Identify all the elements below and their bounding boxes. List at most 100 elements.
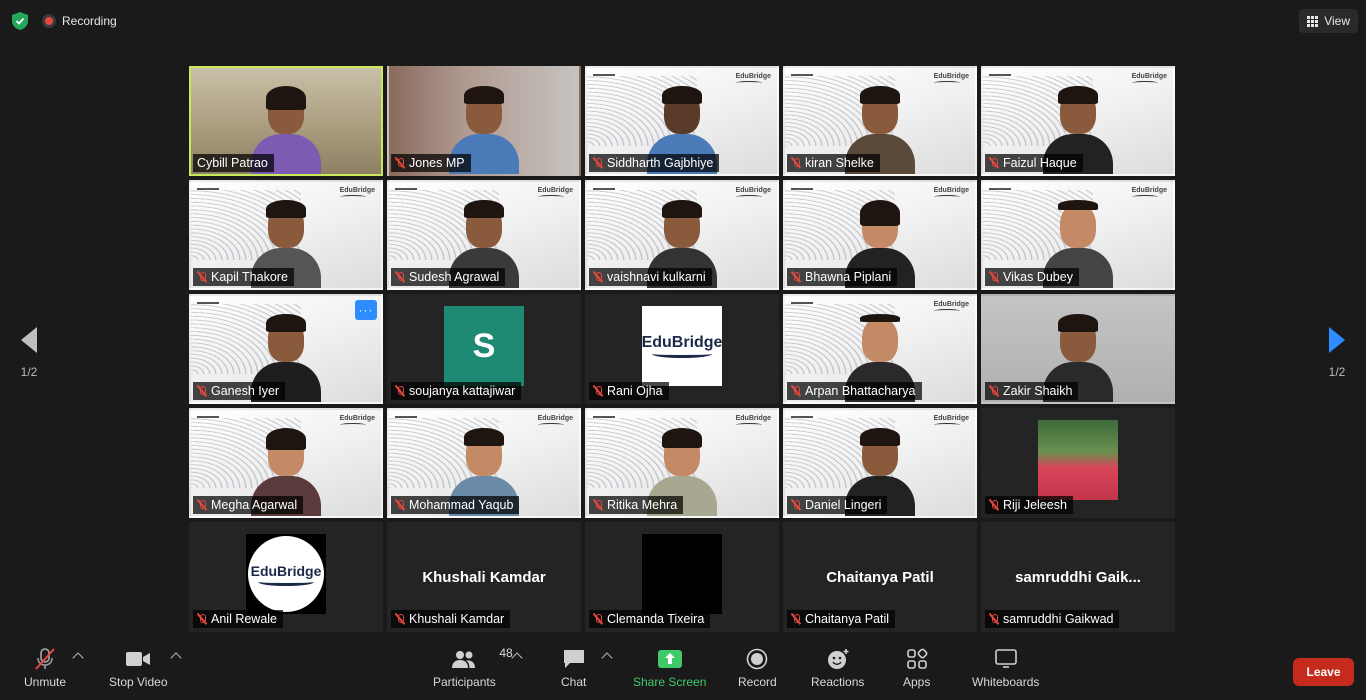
- participant-name: Rani Ojha: [607, 384, 663, 398]
- participant-name: Chaitanya Patil: [805, 612, 890, 626]
- muted-mic-icon: [593, 271, 603, 283]
- participant-name: Anil Rewale: [211, 612, 278, 626]
- edubridge-logo: EduBridge: [538, 415, 573, 427]
- participant-tile[interactable]: EduBridge Arpan Bhattacharya: [783, 294, 977, 404]
- participant-tile[interactable]: EduBridge Mohammad Yaqub: [387, 408, 581, 518]
- unmute-button[interactable]: Unmute: [24, 648, 66, 689]
- edubridge-logo: EduBridge: [934, 415, 969, 427]
- hash-mark: [791, 188, 813, 190]
- view-button[interactable]: View: [1299, 9, 1358, 33]
- top-bar: Recording View: [0, 0, 1366, 42]
- participant-tile[interactable]: EduBridge Ritika Mehra: [585, 408, 779, 518]
- hash-mark: [989, 188, 1011, 190]
- participant-nameplate: Arpan Bhattacharya: [787, 382, 922, 400]
- reactions-button[interactable]: Reactions: [811, 648, 864, 689]
- participant-tile[interactable]: EduBridge Daniel Lingeri: [783, 408, 977, 518]
- participant-avatar: [1038, 420, 1118, 500]
- muted-mic-icon: [197, 613, 207, 625]
- participant-nameplate: Cybill Patrao: [193, 154, 274, 172]
- stop-video-label: Stop Video: [109, 675, 168, 689]
- stop-video-button[interactable]: Stop Video: [109, 648, 168, 689]
- participant-tile[interactable]: Zakir Shaikh: [981, 294, 1175, 404]
- participant-tile[interactable]: Riji Jeleesh: [981, 408, 1175, 518]
- participant-name: Cybill Patrao: [197, 156, 268, 170]
- participant-tile[interactable]: EduBridge kiran Shelke: [783, 66, 977, 176]
- participant-tile[interactable]: Cybill Patrao: [189, 66, 383, 176]
- participant-tile[interactable]: EduBridge vaishnavi kulkarni: [585, 180, 779, 290]
- logo-swoosh-icon: [258, 578, 314, 586]
- participant-nameplate: Vikas Dubey: [985, 268, 1079, 286]
- muted-mic-icon: [395, 613, 405, 625]
- recording-indicator[interactable]: Recording: [42, 11, 117, 31]
- participant-tile[interactable]: Chaitanya Patil Chaitanya Patil: [783, 522, 977, 632]
- participant-tile[interactable]: EduBridge Sudesh Agrawal: [387, 180, 581, 290]
- chat-button[interactable]: Chat: [561, 648, 586, 689]
- share-screen-button[interactable]: Share Screen: [633, 648, 706, 689]
- participant-name: Sudesh Agrawal: [409, 270, 500, 284]
- audio-options-caret-icon[interactable]: [72, 652, 84, 664]
- recording-label: Recording: [62, 14, 117, 28]
- hash-mark: [593, 74, 615, 76]
- participant-name: Ganesh Iyer: [211, 384, 280, 398]
- edubridge-logo: EduBridge: [340, 415, 375, 427]
- video-grid: Cybill Patrao Jones MP EduBridge Siddhar…: [189, 66, 1177, 632]
- participant-name: Riji Jeleesh: [1003, 498, 1067, 512]
- participant-nameplate: Anil Rewale: [193, 610, 284, 628]
- chat-bubble-icon: [562, 648, 586, 670]
- participant-tile[interactable]: EduBridge Rani Ojha: [585, 294, 779, 404]
- participant-tile[interactable]: Clemanda Tixeira: [585, 522, 779, 632]
- participant-nameplate: Sudesh Agrawal: [391, 268, 506, 286]
- previous-page-button[interactable]: 1/2: [0, 305, 58, 400]
- participant-tile[interactable]: ··· Ganesh Iyer: [189, 294, 383, 404]
- participant-nameplate: Ritika Mehra: [589, 496, 684, 514]
- participant-tile[interactable]: EduBridge Vikas Dubey: [981, 180, 1175, 290]
- participant-tile[interactable]: Jones MP: [387, 66, 581, 176]
- participant-tile[interactable]: EduBridge Megha Agarwal: [189, 408, 383, 518]
- participant-tile[interactable]: EduBridge Faizul Haque: [981, 66, 1175, 176]
- muted-mic-icon: [791, 157, 801, 169]
- edubridge-logo: EduBridge: [934, 187, 969, 199]
- unmute-label: Unmute: [24, 675, 67, 689]
- share-screen-label: Share Screen: [633, 675, 707, 689]
- participant-tile[interactable]: EduBridge Anil Rewale: [189, 522, 383, 632]
- participant-nameplate: Daniel Lingeri: [787, 496, 888, 514]
- grid-icon: [1307, 15, 1319, 27]
- participant-nameplate: Jones MP: [391, 154, 471, 172]
- participant-name: Daniel Lingeri: [805, 498, 882, 512]
- participant-display-name: Chaitanya Patil: [826, 569, 934, 586]
- more-options-button[interactable]: ···: [355, 300, 377, 320]
- participant-name: Faizul Haque: [1003, 156, 1077, 170]
- video-options-caret-icon[interactable]: [170, 652, 182, 664]
- apps-button[interactable]: Apps: [903, 648, 930, 689]
- participant-nameplate: Kapil Thakore: [193, 268, 294, 286]
- participant-tile[interactable]: samruddhi Gaik... samruddhi Gaikwad: [981, 522, 1175, 632]
- participant-nameplate: vaishnavi kulkarni: [589, 268, 712, 286]
- participant-tile[interactable]: Khushali Kamdar Khushali Kamdar: [387, 522, 581, 632]
- participant-tile[interactable]: EduBridge Kapil Thakore: [189, 180, 383, 290]
- participants-button[interactable]: 48 Participants: [433, 646, 513, 689]
- participants-options-caret-icon[interactable]: [511, 652, 523, 664]
- whiteboards-button[interactable]: Whiteboards: [972, 648, 1039, 689]
- avatar-logo-text: EduBridge: [250, 562, 322, 579]
- security-shield-icon[interactable]: [12, 12, 28, 30]
- participant-name: samruddhi Gaikwad: [1003, 612, 1114, 626]
- whiteboards-label: Whiteboards: [972, 675, 1040, 689]
- participant-nameplate: Rani Ojha: [589, 382, 669, 400]
- leave-button[interactable]: Leave: [1293, 658, 1354, 686]
- record-button[interactable]: Record: [738, 648, 777, 689]
- next-page-button[interactable]: 1/2: [1308, 305, 1366, 400]
- muted-mic-icon: [197, 385, 207, 397]
- hash-mark: [395, 188, 417, 190]
- muted-mic-icon: [395, 271, 405, 283]
- edubridge-logo: EduBridge: [934, 301, 969, 313]
- meeting-toolbar: Unmute Stop Video 48 Participants Chat S…: [0, 642, 1366, 700]
- participants-icon: 48: [451, 646, 513, 670]
- participant-nameplate: Megha Agarwal: [193, 496, 304, 514]
- muted-mic-icon: [197, 499, 207, 511]
- participant-tile[interactable]: EduBridge Bhawna Piplani: [783, 180, 977, 290]
- record-icon: [746, 648, 768, 670]
- chat-options-caret-icon[interactable]: [601, 652, 613, 664]
- participant-tile[interactable]: EduBridge Siddharth Gajbhiye: [585, 66, 779, 176]
- participant-tile[interactable]: S soujanya kattajiwar: [387, 294, 581, 404]
- edubridge-logo: EduBridge: [538, 187, 573, 199]
